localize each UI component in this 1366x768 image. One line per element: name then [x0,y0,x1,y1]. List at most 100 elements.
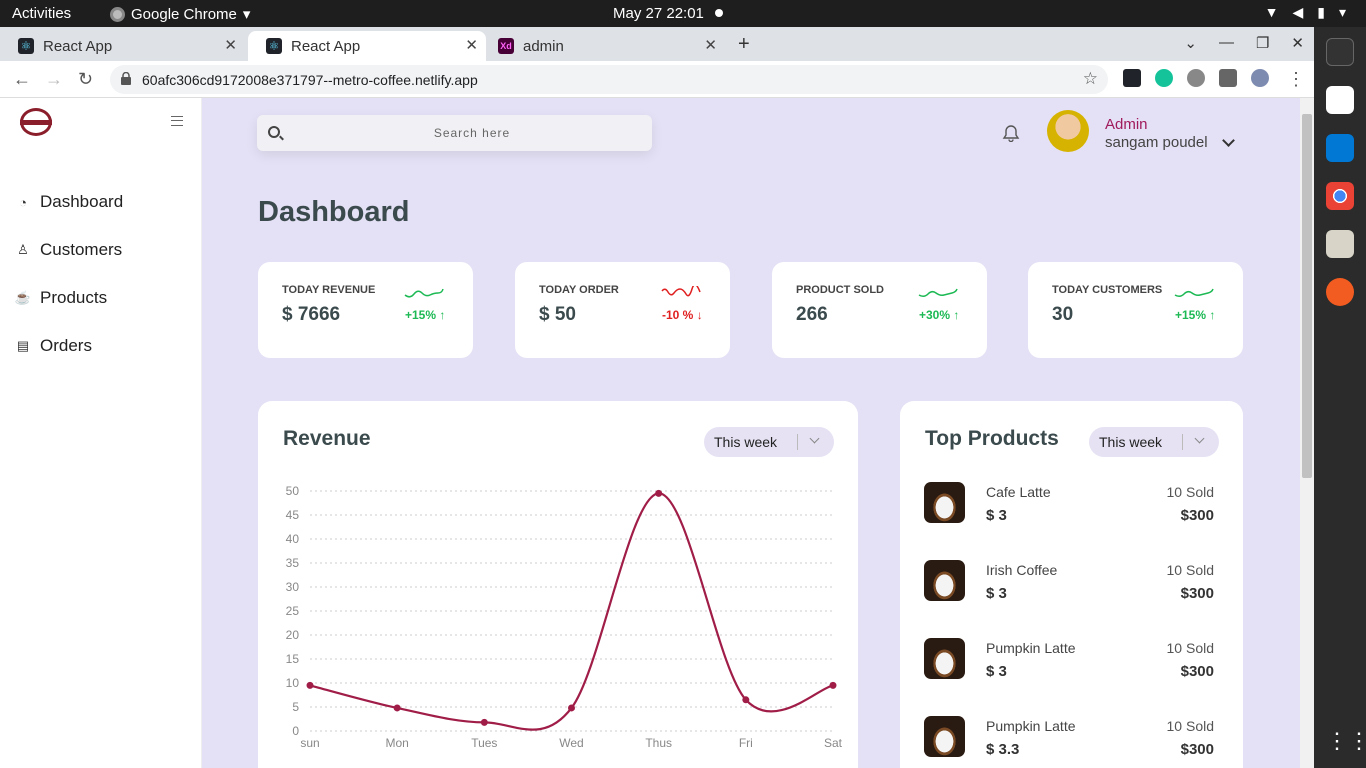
stat-label: TODAY REVENUE [282,284,376,296]
close-tab-icon[interactable]: ✕ [224,36,237,54]
chevron-down-icon[interactable] [1222,134,1235,147]
tab-title: admin [523,37,564,55]
top-products-period-select[interactable]: This week [1089,427,1219,457]
chevron-down-icon [809,433,820,444]
coffee-cup-image [924,482,965,523]
stat-change-text: -10 % [662,308,694,322]
slack-icon[interactable] [1326,86,1354,114]
select-value: This week [714,434,778,450]
react-icon: ⚛ [266,38,282,54]
close-tab-icon[interactable]: ✕ [704,36,717,54]
profile-avatar-icon[interactable] [1251,69,1269,87]
revenue-title: Revenue [283,427,371,450]
search-input[interactable] [297,115,647,151]
product-total: $300 [1180,585,1214,602]
vscode-icon[interactable] [1326,134,1354,162]
y-tick-label: 40 [286,532,300,546]
chrome-icon[interactable] [1326,182,1354,210]
extensions-puzzle-icon[interactable] [1219,69,1237,87]
maximize-icon[interactable]: ❐ [1256,34,1269,52]
product-sold: 10 Sold [1166,484,1214,500]
clock[interactable]: May 27 22:01 [613,5,704,22]
browser-tab-3[interactable]: Xd admin ✕ [480,31,725,61]
stat-card-orders: TODAY ORDER $ 50 -10 % ↓ [515,262,730,358]
sidebar-item-label: Products [40,288,108,307]
sidebar-item-customers[interactable]: ♙ Customers [16,240,122,260]
bookmark-star-icon[interactable]: ☆ [1083,69,1098,89]
page-scrollbar[interactable] [1300,98,1314,768]
wifi-icon: ▼ [1264,4,1279,20]
bell-icon[interactable] [1002,124,1020,142]
avatar[interactable] [1047,110,1089,152]
show-apps-icon[interactable]: ⋮⋮⋮ [1326,728,1366,756]
revenue-period-select[interactable]: This week [704,427,834,457]
forward-icon[interactable]: → [45,69,63,90]
product-row[interactable]: Pumpkin Latte $ 3.3 10 Sold $300 [924,716,1220,760]
activities-button[interactable]: Activities [12,5,71,22]
product-row[interactable]: Pumpkin Latte $ 3 10 Sold $300 [924,638,1220,682]
y-tick-label: 5 [292,700,299,714]
sparkline-icon [661,286,701,297]
stat-value: 30 [1052,304,1074,325]
product-row[interactable]: Irish Coffee $ 3 10 Sold $300 [924,560,1220,604]
browser-tab-2[interactable]: ⚛ React App ✕ [248,31,486,61]
x-tick-label: Wed [559,736,583,750]
bug-icon[interactable] [1187,69,1205,87]
stat-card-revenue: TODAY REVENUE $ 7666 +15% ↑ [258,262,473,358]
files-icon[interactable] [1326,230,1354,258]
terminal-icon[interactable] [1326,38,1354,66]
postman-icon[interactable] [1326,278,1354,306]
minimize-icon[interactable]: — [1219,34,1234,52]
product-sold: 10 Sold [1166,718,1214,734]
react-devtools-icon[interactable] [1123,69,1141,87]
data-point [393,704,401,712]
sidebar-item-dashboard[interactable]: ◔ Dashboard [16,192,123,212]
browser-tab-1[interactable]: ⚛ React App ✕ [0,31,245,61]
reload-icon[interactable]: ↻ [78,69,93,90]
stat-change: +30% ↑ [919,308,959,322]
stat-value: 266 [796,304,828,325]
stat-change: +15% ↑ [1175,308,1215,322]
close-tab-icon[interactable]: ✕ [465,36,478,54]
user-icon: ♙ [17,242,29,257]
sparkline-icon [1174,288,1214,298]
arrow-down-icon: ↓ [696,308,703,322]
y-tick-label: 25 [286,604,300,618]
product-row[interactable]: Cafe Latte $ 3 10 Sold $300 [924,482,1220,526]
data-point [655,489,663,497]
product-total: $300 [1180,663,1214,680]
x-tick-label: Fri [739,736,753,750]
data-point [306,681,314,689]
hamburger-menu-icon[interactable] [171,116,183,126]
new-tab-button[interactable]: + [738,33,750,56]
product-price: $ 3 [986,507,1007,524]
lock-icon [121,72,131,85]
coffee-cup-image [924,716,965,757]
system-tray[interactable]: ▼ ◀ ▮ ▾ [1265,4,1346,21]
web-page: ◔ Dashboard ♙ Customers ☕ Products ▤ Ord… [0,98,1314,768]
back-icon[interactable]: ← [13,69,31,90]
grammarly-icon[interactable] [1155,69,1173,87]
y-tick-label: 35 [286,556,300,570]
address-bar[interactable]: 60afc306cd9172008e371797--metro-coffee.n… [110,65,1108,94]
tab-search-icon[interactable]: ⌄ [1184,34,1197,52]
scrollbar-thumb[interactable] [1302,114,1312,478]
os-top-bar: Activities Google Chrome ▾ May 27 22:01 … [0,0,1366,27]
stat-card-customers: TODAY CUSTOMERS 30 +15% ↑ [1028,262,1243,358]
product-name: Pumpkin Latte [986,640,1076,656]
top-products-title: Top Products [925,427,1059,450]
sidebar-item-products[interactable]: ☕ Products [15,288,108,308]
product-name: Cafe Latte [986,484,1051,500]
app-menu[interactable]: Google Chrome ▾ [110,5,250,23]
search-box [257,115,652,151]
menu-kebab-icon[interactable]: ⋮ [1287,69,1305,90]
tab-strip: ⚛ React App ✕ ⚛ React App ✕ Xd admin ✕ +… [0,27,1314,61]
x-tick-label: Tues [471,736,497,750]
caret-down-icon: ▾ [242,6,251,23]
metro-coffee-logo[interactable] [20,108,52,136]
select-value: This week [1099,434,1163,450]
gauge-icon: ◔ [19,194,27,210]
close-window-icon[interactable]: ✕ [1291,34,1304,52]
notification-dot-icon [715,9,723,17]
sidebar-item-orders[interactable]: ▤ Orders [16,336,92,356]
